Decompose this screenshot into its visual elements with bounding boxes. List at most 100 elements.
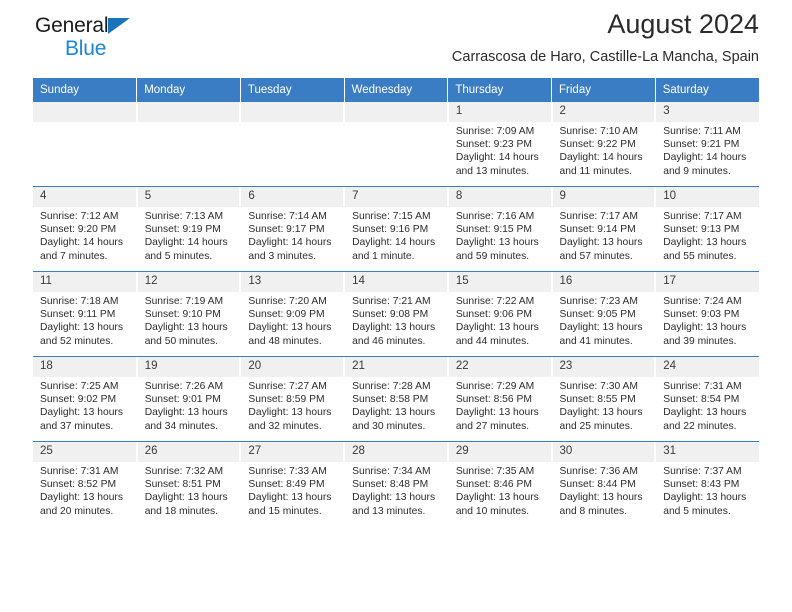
daylight-duration-line1: Daylight: 13 hours: [144, 322, 228, 334]
calendar-day-cell[interactable]: 22 Sunrise: 7:29 AM Sunset: 8:56 PM Dayligh…: [447, 357, 553, 441]
day-details: Sunrise: 7:14 AM Sunset: 9:17 PM Daylight:…: [241, 207, 343, 263]
day-details: Sunrise: 7:31 AM Sunset: 8:52 PM Daylight:…: [33, 462, 136, 518]
daylight-duration-line1: Daylight: 13 hours: [663, 492, 747, 504]
day-details: Sunrise: 7:16 AM Sunset: 9:15 PM Daylight:…: [449, 207, 551, 263]
calendar-day-cell[interactable]: 17 Sunrise: 7:24 AM Sunset: 9:03 PM Dayligh…: [655, 272, 759, 356]
sunset-time: Sunset: 9:03 PM: [663, 309, 740, 321]
sunset-time: Sunset: 8:52 PM: [40, 479, 117, 491]
sunset-time: Sunset: 9:06 PM: [455, 309, 532, 321]
calendar-day-cell[interactable]: 28 Sunrise: 7:34 AM Sunset: 8:48 PM Dayligh…: [344, 442, 449, 526]
calendar-day-cell-empty: [33, 102, 138, 186]
daylight-duration-line1: Daylight: 13 hours: [663, 237, 747, 249]
calendar-day-cell[interactable]: 25 Sunrise: 7:31 AM Sunset: 8:52 PM Dayligh…: [33, 442, 138, 526]
calendar-day-cell[interactable]: 19 Sunrise: 7:26 AM Sunset: 9:01 PM Dayligh…: [136, 357, 242, 441]
sunset-time: Sunset: 9:19 PM: [144, 224, 221, 236]
calendar-day-cell[interactable]: 6 Sunrise: 7:14 AM Sunset: 9:17 PM Daylight…: [240, 187, 346, 271]
day-details: Sunrise: 7:20 AM Sunset: 9:09 PM Daylight:…: [241, 292, 343, 348]
day-details: Sunrise: 7:13 AM Sunset: 9:19 PM Daylight:…: [138, 207, 240, 263]
daylight-duration-line2: and 41 minutes.: [559, 335, 633, 347]
sunset-time: Sunset: 9:21 PM: [663, 139, 740, 151]
daylight-duration-line1: Daylight: 14 hours: [352, 237, 436, 249]
brand-logo[interactable]: General Blue: [35, 15, 195, 59]
title-block: August 2024 Carrascosa de Haro, Castille…: [452, 9, 759, 64]
daylight-duration-line1: Daylight: 13 hours: [663, 407, 747, 419]
calendar-day-cell[interactable]: 5 Sunrise: 7:13 AM Sunset: 9:19 PM Daylight…: [136, 187, 242, 271]
day-details: Sunrise: 7:26 AM Sunset: 9:01 PM Daylight:…: [138, 377, 240, 433]
daylight-duration-line2: and 10 minutes.: [455, 505, 530, 517]
daylight-duration-line1: Daylight: 13 hours: [455, 237, 539, 249]
calendar-day-cell[interactable]: 14 Sunrise: 7:21 AM Sunset: 9:08 PM Dayligh…: [344, 272, 449, 356]
day-number: [241, 102, 344, 122]
daylight-duration-line2: and 3 minutes.: [248, 250, 316, 262]
sunset-time: Sunset: 9:23 PM: [455, 139, 532, 151]
daylight-duration-line2: and 50 minutes.: [144, 335, 218, 347]
calendar-day-cell[interactable]: 9 Sunrise: 7:17 AM Sunset: 9:14 PM Daylight…: [551, 187, 657, 271]
brand-name-general: General: [35, 14, 109, 37]
calendar-day-cell[interactable]: 3 Sunrise: 7:11 AM Sunset: 9:21 PM Daylight…: [655, 102, 759, 186]
triangle-icon: [108, 18, 131, 34]
calendar-day-cell[interactable]: 16 Sunrise: 7:23 AM Sunset: 9:05 PM Dayligh…: [551, 272, 657, 356]
sunset-time: Sunset: 9:15 PM: [455, 224, 532, 236]
calendar-day-cell[interactable]: 18 Sunrise: 7:25 AM Sunset: 9:02 PM Dayligh…: [33, 357, 138, 441]
daylight-duration-line1: Daylight: 13 hours: [248, 322, 332, 334]
daylight-duration-line2: and 8 minutes.: [559, 505, 628, 517]
day-details: Sunrise: 7:09 AM Sunset: 9:23 PM Daylight:…: [449, 122, 551, 178]
daylight-duration-line1: Daylight: 13 hours: [352, 322, 436, 334]
calendar-day-cell[interactable]: 20 Sunrise: 7:27 AM Sunset: 8:59 PM Dayligh…: [240, 357, 346, 441]
sunrise-time: Sunrise: 7:14 AM: [248, 211, 327, 222]
sunrise-time: Sunrise: 7:36 AM: [559, 466, 638, 477]
sunrise-time: Sunrise: 7:30 AM: [559, 381, 638, 392]
calendar-day-cell[interactable]: 30 Sunrise: 7:36 AM Sunset: 8:44 PM Dayligh…: [551, 442, 657, 526]
sunset-time: Sunset: 8:44 PM: [559, 479, 636, 491]
weekday-header-monday: Monday: [136, 78, 241, 102]
weekday-header-thursday: Thursday: [447, 78, 553, 102]
calendar-day-cell[interactable]: 13 Sunrise: 7:20 AM Sunset: 9:09 PM Dayligh…: [240, 272, 346, 356]
calendar-day-cell[interactable]: 1 Sunrise: 7:09 AM Sunset: 9:23 PM Daylight…: [447, 102, 553, 186]
calendar-day-cell[interactable]: 24 Sunrise: 7:31 AM Sunset: 8:54 PM Dayligh…: [655, 357, 759, 441]
daylight-duration-line1: Daylight: 13 hours: [144, 492, 228, 504]
sunset-time: Sunset: 9:17 PM: [248, 224, 325, 236]
day-number: 26: [137, 442, 240, 462]
daylight-duration-line1: Daylight: 14 hours: [663, 152, 747, 164]
calendar-day-cell[interactable]: 4 Sunrise: 7:12 AM Sunset: 9:20 PM Daylight…: [33, 187, 138, 271]
sunrise-time: Sunrise: 7:33 AM: [248, 466, 327, 477]
sunrise-time: Sunrise: 7:18 AM: [40, 296, 119, 307]
daylight-duration-line2: and 1 minute.: [352, 250, 415, 262]
calendar-day-cell[interactable]: 26 Sunrise: 7:32 AM Sunset: 8:51 PM Dayligh…: [136, 442, 242, 526]
sunrise-time: Sunrise: 7:21 AM: [352, 296, 431, 307]
weekday-header-saturday: Saturday: [655, 78, 759, 102]
calendar-day-cell[interactable]: 7 Sunrise: 7:15 AM Sunset: 9:16 PM Daylight…: [344, 187, 449, 271]
sunset-time: Sunset: 8:43 PM: [663, 479, 740, 491]
day-number: 31: [656, 442, 759, 462]
calendar-day-cell[interactable]: 23 Sunrise: 7:30 AM Sunset: 8:55 PM Dayligh…: [551, 357, 657, 441]
calendar-day-cell[interactable]: 10 Sunrise: 7:17 AM Sunset: 9:13 PM Dayligh…: [655, 187, 759, 271]
calendar-day-cell[interactable]: 15 Sunrise: 7:22 AM Sunset: 9:06 PM Dayligh…: [447, 272, 553, 356]
daylight-duration-line1: Daylight: 13 hours: [144, 407, 228, 419]
daylight-duration-line2: and 9 minutes.: [663, 165, 731, 177]
calendar-day-cell[interactable]: 8 Sunrise: 7:16 AM Sunset: 9:15 PM Daylight…: [447, 187, 553, 271]
calendar-table: Sunday Monday Tuesday Wednesday Thursday…: [33, 78, 759, 526]
day-details: Sunrise: 7:25 AM Sunset: 9:02 PM Daylight:…: [33, 377, 136, 433]
day-details: Sunrise: 7:23 AM Sunset: 9:05 PM Daylight:…: [553, 292, 655, 348]
daylight-duration-line1: Daylight: 13 hours: [40, 407, 123, 419]
day-number: 27: [241, 442, 344, 462]
calendar-day-cell[interactable]: 27 Sunrise: 7:33 AM Sunset: 8:49 PM Dayligh…: [240, 442, 346, 526]
weekday-header-tuesday: Tuesday: [240, 78, 345, 102]
day-details: Sunrise: 7:35 AM Sunset: 8:46 PM Daylight:…: [449, 462, 551, 518]
calendar-week-row: 25 Sunrise: 7:31 AM Sunset: 8:52 PM Dayligh…: [33, 442, 759, 526]
daylight-duration-line2: and 11 minutes.: [559, 165, 633, 177]
calendar-day-cell[interactable]: 2 Sunrise: 7:10 AM Sunset: 9:22 PM Daylight…: [551, 102, 657, 186]
sunrise-time: Sunrise: 7:31 AM: [663, 381, 742, 392]
day-number: 5: [137, 187, 240, 207]
daylight-duration-line2: and 13 minutes.: [352, 505, 426, 517]
day-number: [33, 102, 136, 122]
sunrise-time: Sunrise: 7:17 AM: [663, 211, 742, 222]
calendar-day-cell[interactable]: 12 Sunrise: 7:19 AM Sunset: 9:10 PM Dayligh…: [136, 272, 242, 356]
calendar-week-row: 4 Sunrise: 7:12 AM Sunset: 9:20 PM Daylight…: [33, 187, 759, 271]
calendar-day-cell[interactable]: 31 Sunrise: 7:37 AM Sunset: 8:43 PM Dayligh…: [655, 442, 759, 526]
sunrise-time: Sunrise: 7:32 AM: [144, 466, 224, 477]
calendar-day-cell[interactable]: 11 Sunrise: 7:18 AM Sunset: 9:11 PM Dayligh…: [33, 272, 138, 356]
calendar-day-cell[interactable]: 29 Sunrise: 7:35 AM Sunset: 8:46 PM Dayligh…: [447, 442, 553, 526]
day-details: Sunrise: 7:24 AM Sunset: 9:03 PM Daylight:…: [656, 292, 759, 348]
calendar-day-cell[interactable]: 21 Sunrise: 7:28 AM Sunset: 8:58 PM Dayligh…: [344, 357, 449, 441]
